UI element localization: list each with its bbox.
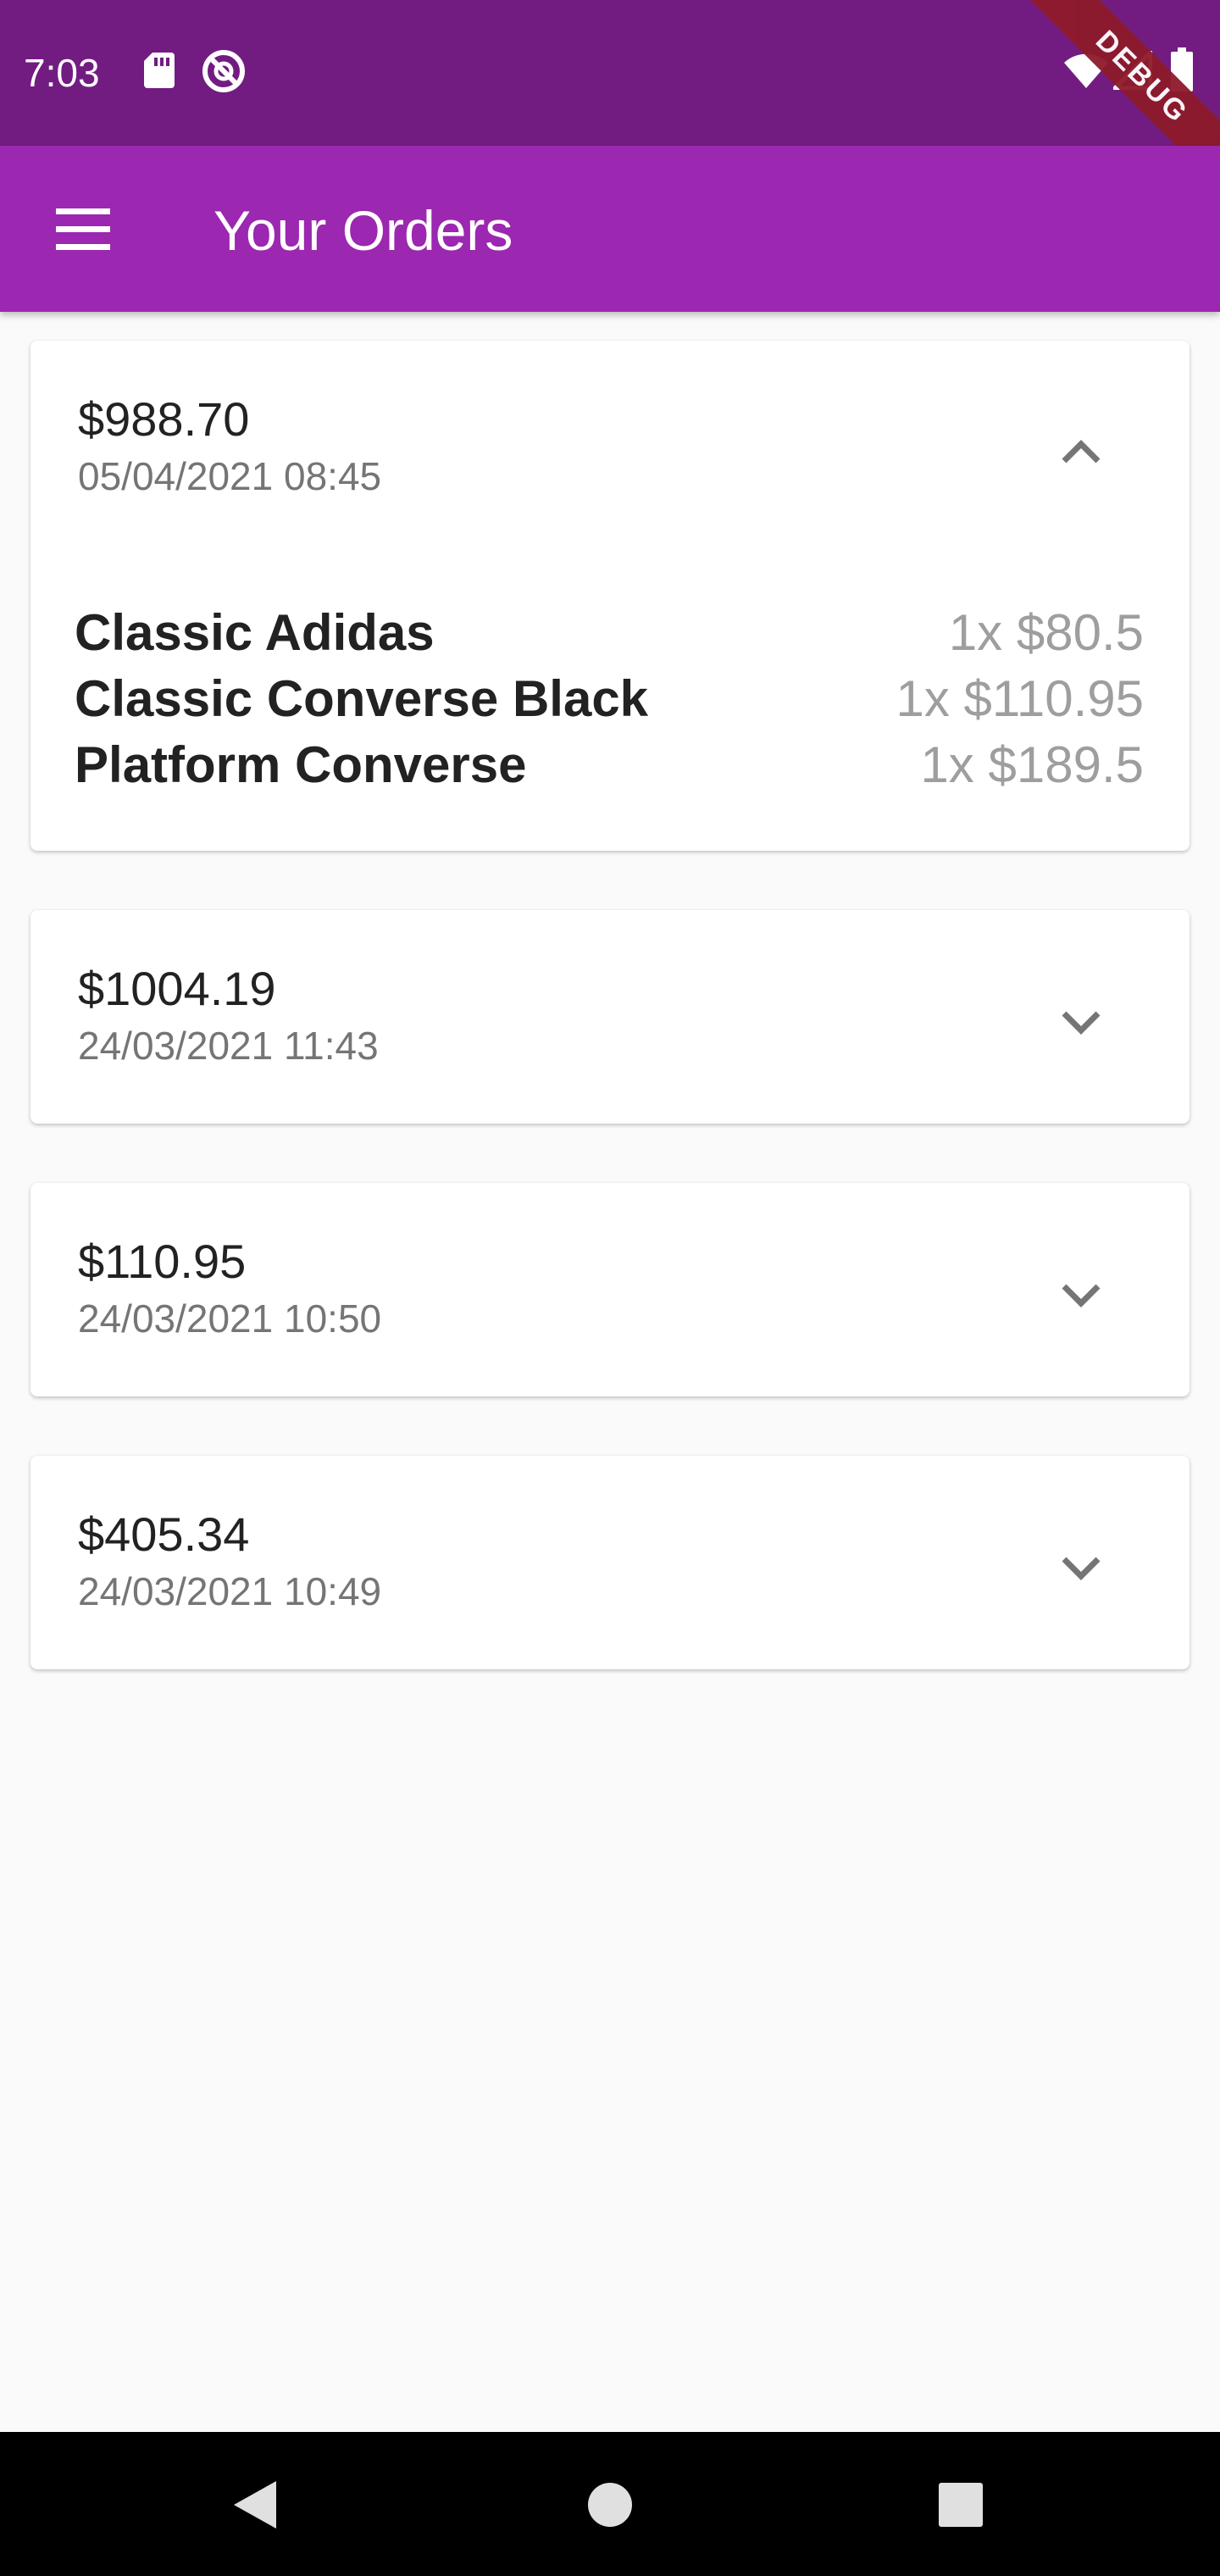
- expand-button[interactable]: [1051, 1264, 1112, 1325]
- order-card: $988.70 05/04/2021 08:45 Classic Adidas …: [30, 341, 1190, 851]
- home-button[interactable]: [581, 2476, 639, 2534]
- collapse-button[interactable]: [1051, 422, 1112, 483]
- item-name: Platform Converse: [75, 736, 527, 793]
- back-triangle-icon: [234, 2481, 276, 2529]
- order-date: 05/04/2021 08:45: [78, 454, 382, 498]
- wifi-icon: [1062, 53, 1110, 94]
- order-amount: $1004.19: [78, 962, 276, 1015]
- home-circle-icon: [588, 2483, 632, 2527]
- order-amount: $988.70: [78, 392, 250, 446]
- order-items-list: Classic Adidas 1x $80.5 Classic Converse…: [75, 600, 1144, 798]
- item-quantity-price: 1x $189.5: [920, 736, 1144, 793]
- expand-button[interactable]: [1051, 1537, 1112, 1598]
- order-header[interactable]: $988.70 05/04/2021 08:45: [30, 341, 1190, 554]
- item-name: Classic Converse Black: [75, 670, 649, 727]
- battery-icon: [1169, 47, 1195, 96]
- order-date: 24/03/2021 10:49: [78, 1569, 382, 1613]
- back-button[interactable]: [225, 2476, 283, 2534]
- expand-button[interactable]: [1051, 991, 1112, 1052]
- sd-card-icon: [142, 51, 176, 94]
- chevron-down-icon: [1062, 1011, 1101, 1035]
- screen: 7:03 DEBUG Your Orders $988.70 05/04/202…: [0, 0, 1220, 2576]
- order-date: 24/03/2021 10:50: [78, 1296, 382, 1341]
- order-item: Platform Converse 1x $189.5: [75, 732, 1144, 798]
- navigation-bar: [0, 2432, 1220, 2576]
- chevron-down-icon: [1062, 1557, 1101, 1580]
- status-bar: 7:03 DEBUG: [0, 0, 1220, 197]
- order-header[interactable]: $1004.19 24/03/2021 11:43: [30, 910, 1190, 1124]
- menu-button[interactable]: [46, 197, 120, 261]
- sync-icon: [200, 47, 247, 99]
- recents-button[interactable]: [932, 2476, 990, 2534]
- order-header[interactable]: $110.95 24/03/2021 10:50: [30, 1183, 1190, 1396]
- item-name: Classic Adidas: [75, 604, 435, 661]
- app-bar: Your Orders: [0, 146, 1220, 312]
- item-quantity-price: 1x $110.95: [896, 670, 1144, 727]
- order-item: Classic Adidas 1x $80.5: [75, 600, 1144, 666]
- order-header[interactable]: $405.34 24/03/2021 10:49: [30, 1456, 1190, 1669]
- order-item: Classic Converse Black 1x $110.95: [75, 666, 1144, 732]
- chevron-down-icon: [1062, 1284, 1101, 1307]
- chevron-up-icon: [1062, 440, 1101, 464]
- recents-square-icon: [939, 2483, 983, 2527]
- signal-icon: [1109, 47, 1153, 94]
- order-card: $1004.19 24/03/2021 11:43: [30, 910, 1190, 1124]
- page-title: Your Orders: [214, 199, 513, 262]
- status-time: 7:03: [24, 51, 100, 95]
- order-card: $110.95 24/03/2021 10:50: [30, 1183, 1190, 1396]
- order-card: $405.34 24/03/2021 10:49: [30, 1456, 1190, 1669]
- item-quantity-price: 1x $80.5: [948, 604, 1144, 661]
- menu-icon: [56, 208, 110, 250]
- order-amount: $110.95: [78, 1235, 247, 1288]
- order-date: 24/03/2021 11:43: [78, 1024, 379, 1068]
- order-amount: $405.34: [78, 1507, 250, 1561]
